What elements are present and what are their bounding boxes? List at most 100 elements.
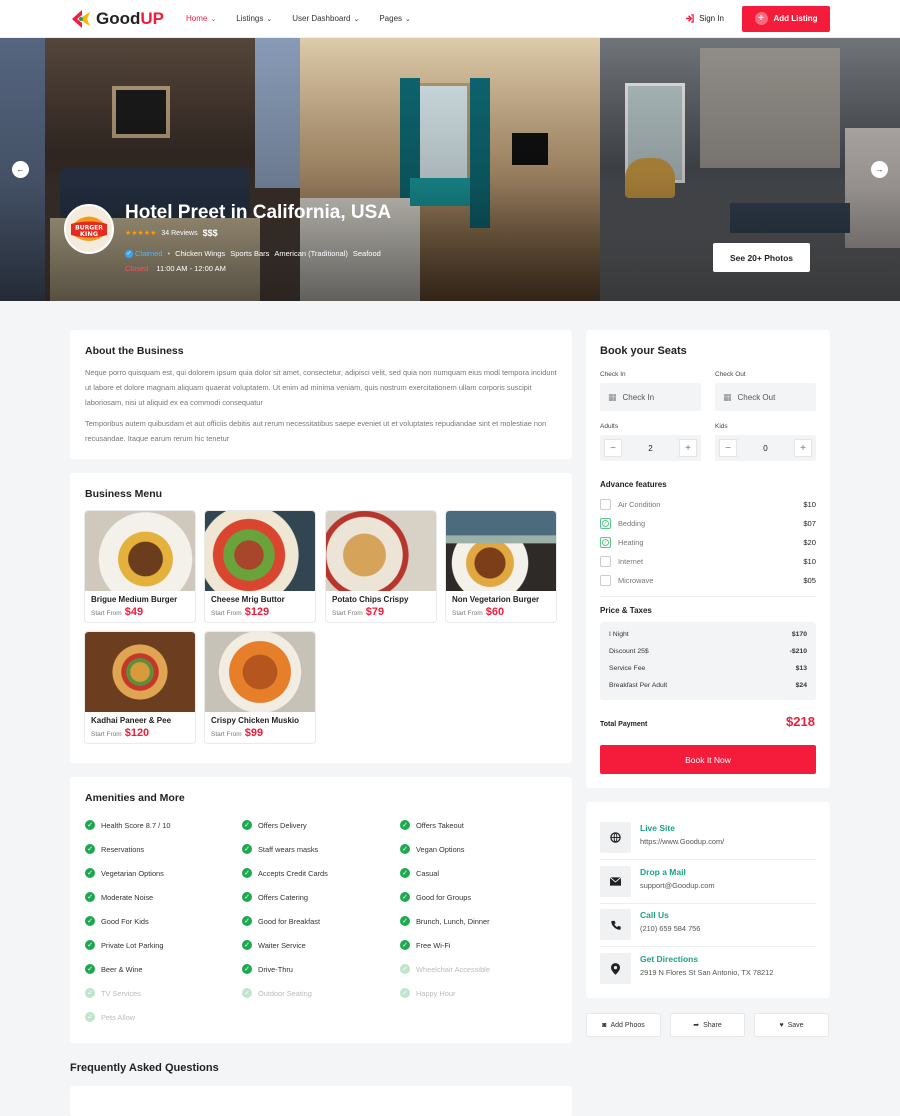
share-icon: ➦	[693, 1022, 700, 1029]
category-tag[interactable]: Sports Bars	[230, 249, 269, 258]
price-row: Breakfast Per Adult $24	[609, 682, 807, 689]
check-circle-icon: ✓	[400, 988, 410, 998]
amenities-card: Amenities and More ✓ Health Score 8.7 / 1…	[70, 777, 572, 1043]
check-circle-icon: ✓	[242, 868, 252, 878]
amenity-label: Moderate Noise	[101, 892, 154, 902]
amenity-item: ✓ Good For Kids	[85, 916, 149, 926]
checkbox-icon[interactable]	[600, 556, 611, 567]
menu-item-image	[85, 511, 195, 591]
price-taxes-title: Price & Taxes	[600, 606, 652, 615]
feature-price: $05	[803, 576, 816, 585]
amenity-item: ✓ Good for Groups	[400, 892, 471, 902]
gallery-next-button[interactable]: →	[871, 161, 888, 178]
menu-item-image	[205, 632, 315, 712]
checkbox-checked-icon[interactable]: ✓	[600, 518, 611, 529]
price-row: I Night $170	[609, 631, 807, 638]
nav-user-dashboard[interactable]: User Dashboard ⌄	[292, 14, 359, 23]
feature-option[interactable]: Internet $10	[600, 556, 816, 567]
amenity-label: Staff wears masks	[258, 844, 319, 854]
calendar-icon: ▦	[723, 391, 732, 402]
menu-item[interactable]: Crispy Chicken Muskio Start From $99	[204, 631, 316, 744]
check-circle-icon: ✓	[85, 844, 95, 854]
gallery-prev-button[interactable]: ←	[12, 161, 29, 178]
about-paragraph-1: Neque porro quisquam est, qui dolorem ip…	[85, 368, 557, 407]
category-tag[interactable]: Chicken Wings	[175, 249, 225, 258]
check-circle-icon: ✓	[242, 988, 252, 998]
amenity-label: Offers Delivery	[258, 820, 307, 830]
amenity-item: ✓ Happy Hour	[400, 988, 455, 998]
book-now-button[interactable]: Book It Now	[600, 745, 816, 774]
contact-title[interactable]: Live Site	[640, 823, 675, 833]
amenity-label: Beer & Wine	[101, 964, 143, 974]
menu-item-price: Start From $120	[91, 727, 150, 739]
feature-option[interactable]: ✓ Bedding $07	[600, 518, 816, 529]
add-listing-button[interactable]: + Add Listing	[742, 5, 830, 32]
check-out-label: Check Out	[715, 371, 746, 378]
contact-item-directions[interactable]: Get Directions 2919 N Flores St San Anto…	[600, 953, 816, 997]
menu-item-name: Brigue Medium Burger	[91, 595, 178, 604]
contact-title[interactable]: Drop a Mail	[640, 867, 686, 877]
phone-icon	[600, 909, 631, 940]
nav-listings[interactable]: Listings ⌄	[236, 14, 272, 23]
divider	[600, 859, 816, 860]
check-circle-icon: ✓	[242, 892, 252, 902]
menu-item[interactable]: Potato Chips Crispy Start From $79	[325, 510, 437, 623]
claimed-badge: ✓ Claimed	[125, 249, 163, 258]
amenity-label: Good for Groups	[416, 892, 472, 902]
menu-item[interactable]: Brigue Medium Burger Start From $49	[84, 510, 196, 623]
faq-title: Frequently Asked Questions	[70, 1062, 219, 1074]
check-circle-icon: ✓	[85, 916, 95, 926]
logo-text: GoodUP	[96, 8, 165, 28]
kids-value[interactable]: 0	[763, 444, 767, 453]
checkbox-icon[interactable]	[600, 575, 611, 586]
kids-decrement-button[interactable]: −	[719, 439, 737, 457]
checkbox-checked-icon[interactable]: ✓	[600, 537, 611, 548]
add-photos-button[interactable]: ◙ Add Phoos	[586, 1013, 661, 1037]
amenity-label: Offers Catering	[258, 892, 308, 902]
check-in-field[interactable]: ▦ Check In	[600, 383, 701, 411]
menu-item-name: Crispy Chicken Muskio	[211, 716, 300, 725]
kids-stepper: − 0 +	[715, 435, 816, 461]
check-circle-icon: ✓	[85, 988, 95, 998]
menu-title: Business Menu	[85, 488, 163, 500]
adults-increment-button[interactable]: +	[678, 439, 697, 457]
logo[interactable]: GoodUP	[70, 9, 186, 29]
hours-row: Closed 11:00 AM - 12:00 AM	[125, 264, 226, 273]
check-circle-icon: ✓	[85, 820, 95, 830]
sign-in-link[interactable]: Sign In	[685, 14, 724, 23]
category-tag[interactable]: Seafood	[353, 249, 381, 258]
menu-item[interactable]: Kadhai Paneer & Pee Start From $120	[84, 631, 196, 744]
review-count[interactable]: 34 Reviews	[161, 230, 197, 237]
feature-price: $10	[803, 500, 816, 509]
star-rating-icons: ★★★★★	[125, 230, 157, 237]
adults-value[interactable]: 2	[648, 444, 652, 453]
menu-item[interactable]: Non Vegetarion Burger Start From $60	[445, 510, 557, 623]
checkbox-icon[interactable]	[600, 499, 611, 510]
kids-increment-button[interactable]: +	[793, 439, 812, 457]
see-photos-button[interactable]: See 20+ Photos	[713, 243, 810, 272]
svg-text:KING: KING	[80, 230, 98, 238]
check-out-field[interactable]: ▦ Check Out	[715, 383, 816, 411]
feature-price: $10	[803, 557, 816, 566]
feature-option[interactable]: Microwave $05	[600, 575, 816, 586]
nav-pages[interactable]: Pages ⌄	[379, 14, 411, 23]
save-button[interactable]: ♥ Save	[754, 1013, 829, 1037]
nav-home[interactable]: Home ⌄	[186, 14, 216, 23]
menu-item-name: Non Vegetarion Burger	[452, 595, 540, 604]
feature-option[interactable]: Air Condition $10	[600, 499, 816, 510]
contact-title[interactable]: Call Us	[640, 910, 669, 920]
amenity-item: ✓ Accepts Credit Cards	[242, 868, 328, 878]
heart-icon: ♥	[779, 1021, 784, 1029]
contact-title[interactable]: Get Directions	[640, 954, 698, 964]
amenity-label: Private Lot Parking	[101, 940, 164, 950]
price-row: Discount 25$ -$210	[609, 648, 807, 655]
amenity-label: Wheelchair Accessible	[416, 964, 490, 974]
adults-decrement-button[interactable]: −	[604, 439, 622, 457]
advance-features-title: Advance features	[600, 480, 667, 489]
adults-label: Adults	[600, 423, 619, 430]
share-button[interactable]: ➦ Share	[670, 1013, 745, 1037]
menu-item[interactable]: Cheese Mrig Buttor Start From $129	[204, 510, 316, 623]
amenity-item: ✓ Offers Delivery	[242, 820, 307, 830]
category-tag[interactable]: American (Traditional)	[274, 249, 348, 258]
feature-option[interactable]: ✓ Heating $20	[600, 537, 816, 548]
